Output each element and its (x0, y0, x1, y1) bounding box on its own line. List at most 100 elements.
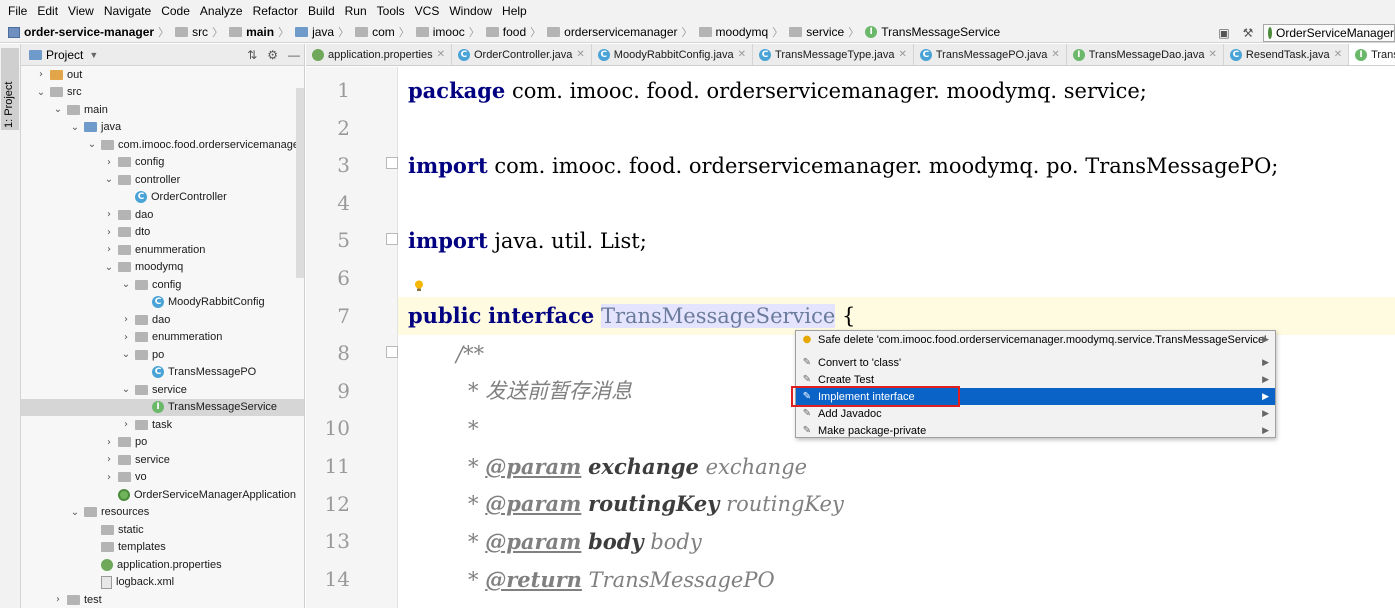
tree-item[interactable]: ⌄ com.imooc.food.orderservicemanager (21, 136, 304, 154)
tree-item[interactable]: › test (21, 591, 304, 608)
chevron-right-icon[interactable]: › (120, 419, 132, 430)
popup-item-safe-delete[interactable]: ● Safe delete 'com.imooc.food.orderservic… (796, 331, 1275, 348)
run-configuration-select[interactable]: OrderServiceManagerA (1263, 23, 1395, 42)
tree-item[interactable]: logback.xml (21, 574, 304, 592)
chevron-down-icon[interactable]: ⌄ (103, 262, 115, 273)
tree-item[interactable]: ⌄ controller (21, 171, 304, 189)
breadcrumb-item[interactable]: I TransMessageService (865, 25, 1000, 39)
menu-view[interactable]: View (64, 0, 100, 22)
menu-help[interactable]: Help (498, 0, 533, 22)
close-icon[interactable]: ✕ (1051, 49, 1059, 60)
breadcrumb-item[interactable]: src 〉 (175, 24, 229, 40)
tree-item[interactable]: ⌄ src (21, 84, 304, 102)
project-scrollbar[interactable] (296, 88, 304, 278)
chevron-right-icon[interactable]: › (103, 227, 115, 238)
tree-item[interactable]: › vo (21, 469, 304, 487)
close-icon[interactable]: ✕ (1209, 49, 1217, 60)
fold-marker-icon[interactable] (386, 233, 398, 245)
chevron-right-icon[interactable]: › (52, 594, 64, 605)
chevron-down-icon[interactable]: ⌄ (35, 87, 47, 98)
project-view-selector[interactable]: Project (46, 48, 83, 62)
chevron-down-icon[interactable]: ⌄ (52, 104, 64, 115)
close-icon[interactable]: ✕ (576, 49, 584, 60)
tree-item[interactable]: › dao (21, 206, 304, 224)
menu-code[interactable]: Code (157, 0, 196, 22)
chevron-right-icon[interactable]: › (103, 209, 115, 220)
tree-item[interactable]: ⌄ po (21, 346, 304, 364)
tree-item[interactable]: static (21, 521, 304, 539)
breadcrumb-item[interactable]: imooc 〉 (415, 24, 486, 40)
tree-item[interactable]: ⌄ moodymq (21, 259, 304, 277)
popup-item-add-javadoc[interactable]: ✎ Add Javadoc ▶ (796, 405, 1275, 422)
tree-item[interactable]: › config (21, 154, 304, 172)
build-hammer-icon[interactable]: ⚒ (1239, 25, 1257, 41)
chevron-right-icon[interactable]: › (35, 69, 47, 80)
breadcrumb-item[interactable]: com 〉 (355, 24, 416, 40)
close-icon[interactable]: ✕ (738, 49, 746, 60)
tree-item[interactable]: › dao (21, 311, 304, 329)
editor-tab[interactable]: C MoodyRabbitConfig.java ✕ (592, 44, 754, 65)
tree-item[interactable]: OrderServiceManagerApplication (21, 486, 304, 504)
breadcrumb-item[interactable]: main 〉 (229, 24, 295, 40)
menu-window[interactable]: Window (445, 0, 498, 22)
chevron-down-icon[interactable]: ⌄ (69, 507, 81, 518)
tree-item[interactable]: C OrderController (21, 189, 304, 207)
tree-item[interactable]: › enummeration (21, 241, 304, 259)
tree-item[interactable]: I TransMessageService (21, 398, 304, 416)
menu-analyze[interactable]: Analyze (196, 0, 249, 22)
popup-item-convert-to-class[interactable]: ✎ Convert to 'class' ▶ (796, 354, 1275, 371)
menu-tools[interactable]: Tools (373, 0, 411, 22)
breadcrumb-item[interactable]: moodymq 〉 (698, 24, 790, 40)
tree-item[interactable]: ⌄ service (21, 381, 304, 399)
chevron-down-icon[interactable]: ⌄ (120, 279, 132, 290)
editor-tab[interactable]: C TransMessageType.java ✕ (753, 44, 914, 65)
breadcrumb-item[interactable]: order-service-manager 〉 (8, 24, 175, 40)
chevron-down-icon[interactable]: ⌄ (120, 384, 132, 395)
chevron-right-icon[interactable]: › (120, 314, 132, 325)
tree-item[interactable]: › service (21, 451, 304, 469)
close-icon[interactable]: ✕ (1334, 49, 1342, 60)
close-icon[interactable]: ✕ (437, 49, 445, 60)
editor-tab[interactable]: C OrderController.java ✕ (452, 44, 592, 65)
fold-marker-icon[interactable] (386, 157, 398, 169)
chevron-down-icon[interactable]: ⌄ (103, 174, 115, 185)
tree-item[interactable]: › task (21, 416, 304, 434)
menu-vcs[interactable]: VCS (411, 0, 446, 22)
menu-file[interactable]: File (4, 0, 33, 22)
tree-item[interactable]: ⌄ java (21, 119, 304, 137)
hide-panel-icon[interactable]: — (288, 48, 300, 62)
tree-item[interactable]: application.properties (21, 556, 304, 574)
menu-navigate[interactable]: Navigate (100, 0, 157, 22)
tree-item[interactable]: › dto (21, 224, 304, 242)
chevron-right-icon[interactable]: › (103, 437, 115, 448)
breadcrumb-item[interactable]: food 〉 (485, 24, 547, 40)
editor-tab[interactable]: application.properties ✕ (306, 44, 452, 65)
editor-tab[interactable]: C ResendTask.java ✕ (1224, 44, 1350, 65)
tree-item[interactable]: › enummeration (21, 329, 304, 347)
editor-tab[interactable]: C TransMessagePO.java ✕ (914, 44, 1067, 65)
fold-marker-icon[interactable] (386, 346, 398, 358)
chevron-down-icon[interactable]: ⌄ (69, 122, 81, 133)
chevron-down-icon[interactable]: ⌄ (120, 349, 132, 360)
menu-edit[interactable]: Edit (33, 0, 64, 22)
popup-item-make-package-private[interactable]: ✎ Make package-private ▶ (796, 422, 1275, 439)
editor-tab[interactable]: ITrans (1349, 44, 1395, 65)
breadcrumb-item[interactable]: orderservicemanager 〉 (547, 24, 698, 40)
tree-item[interactable]: ⌄ config (21, 276, 304, 294)
close-icon[interactable]: ✕ (898, 49, 906, 60)
chevron-right-icon[interactable]: › (103, 472, 115, 483)
collapse-all-icon[interactable]: ⇅ (247, 48, 257, 62)
chevron-right-icon[interactable]: › (103, 157, 115, 168)
menu-refactor[interactable]: Refactor (249, 0, 304, 22)
editor-tab[interactable]: I TransMessageDao.java ✕ (1067, 44, 1224, 65)
chevron-down-icon[interactable]: ⌄ (86, 139, 98, 150)
chevron-right-icon[interactable]: › (103, 454, 115, 465)
tree-item[interactable]: › po (21, 434, 304, 452)
chevron-right-icon[interactable]: › (120, 332, 132, 343)
chevron-down-icon[interactable]: ▼ (89, 50, 98, 60)
gear-icon[interactable]: ⚙ (267, 48, 278, 62)
tree-item[interactable]: ⌄ main (21, 101, 304, 119)
project-tool-tab[interactable]: 1: Project (1, 48, 19, 130)
tree-item[interactable]: C TransMessagePO (21, 364, 304, 382)
layout-icon[interactable]: ▣ (1215, 25, 1233, 41)
